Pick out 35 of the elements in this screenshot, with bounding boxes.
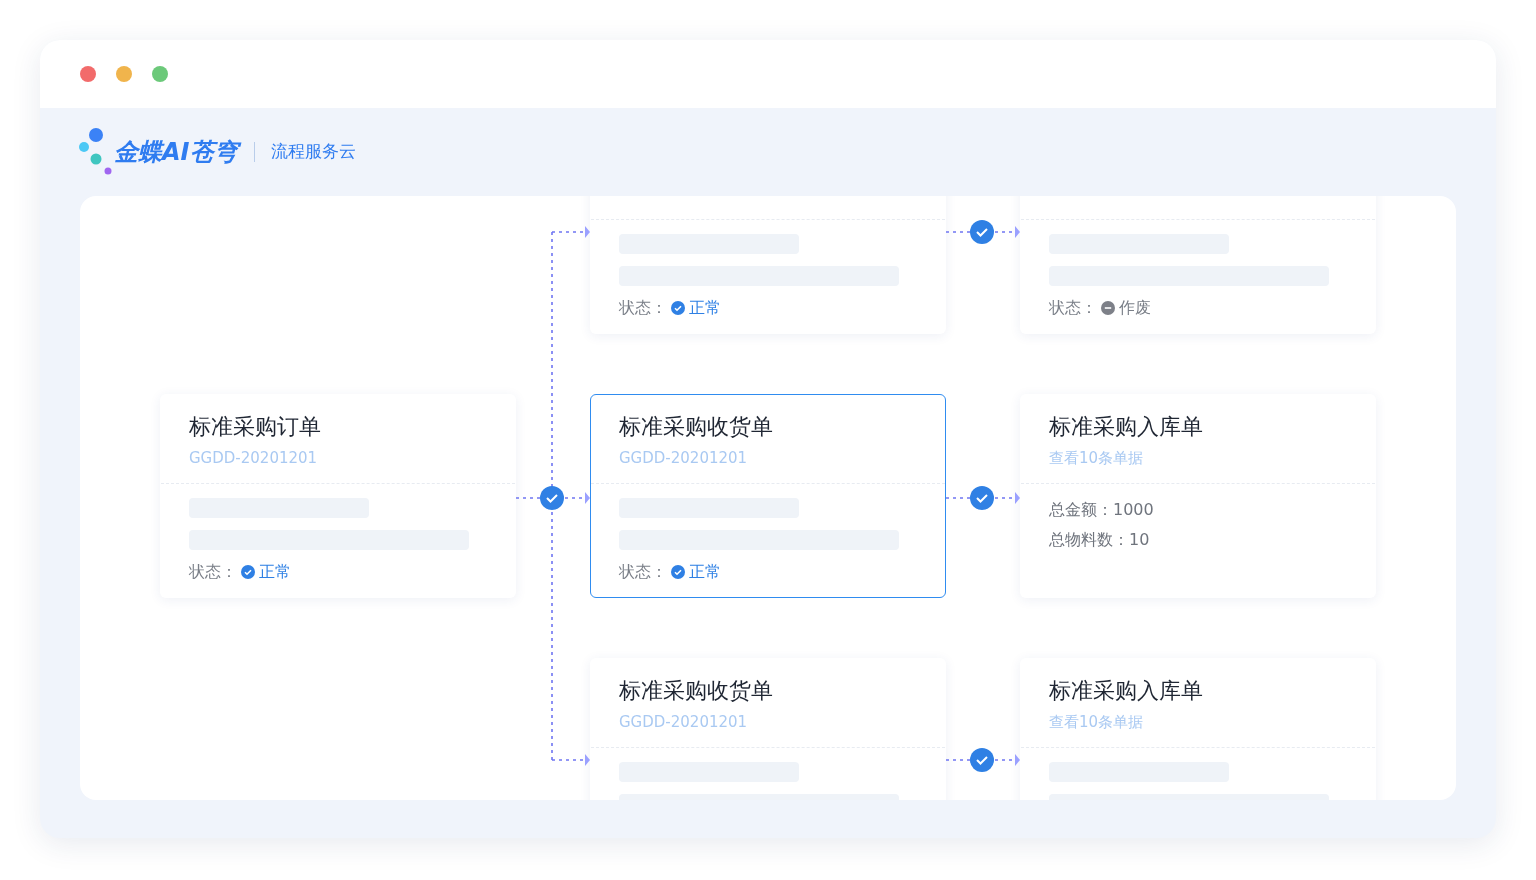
document-card[interactable]: 标准采购入库单 查看10条单据 bbox=[1020, 658, 1376, 800]
check-icon bbox=[970, 748, 994, 772]
card-subtitle: GGDD-20201201 bbox=[189, 448, 319, 469]
card-subtitle: GGDD-20201201 bbox=[619, 712, 749, 733]
product-name: 流程服务云 bbox=[270, 140, 356, 164]
connector-arrow bbox=[551, 754, 590, 766]
status-label: 状态： bbox=[189, 561, 237, 583]
document-card[interactable]: 标准采购收货单 GGDD-20201201 bbox=[590, 658, 946, 800]
document-card[interactable]: 标准采购收货单 GGDD-20201201 状态： 正常 bbox=[590, 394, 946, 598]
logo-icon bbox=[78, 127, 114, 177]
check-icon bbox=[970, 486, 994, 510]
status-value: 正常 bbox=[689, 561, 721, 583]
card-subtitle: 查看10条单据 bbox=[1049, 712, 1145, 733]
total-line: 总物料数：10 bbox=[1049, 529, 1151, 551]
status-value: 正常 bbox=[259, 561, 291, 583]
status-label: 状态： bbox=[1049, 297, 1097, 319]
card-subtitle: 查看10条单据 bbox=[1049, 448, 1145, 469]
status-value: 正常 bbox=[689, 297, 721, 319]
card-title: 标准采购入库单 bbox=[1049, 413, 1204, 441]
card-title: 标准采购订单 bbox=[189, 413, 322, 441]
card-title: 标准采购收货单 bbox=[619, 677, 774, 705]
status-label: 状态： bbox=[619, 297, 667, 319]
check-icon bbox=[540, 486, 564, 510]
document-card[interactable]: 状态： 作废 bbox=[1020, 196, 1376, 334]
connector-arrow bbox=[551, 226, 590, 238]
status-label: 状态： bbox=[619, 561, 667, 583]
card-subtitle: GGDD-20201201 bbox=[619, 448, 749, 469]
document-card[interactable]: 标准采购入库单 查看10条单据 总金额：1000 总物料数：10 bbox=[1020, 394, 1376, 598]
status-value: 作废 bbox=[1119, 297, 1151, 319]
total-line: 总金额：1000 bbox=[1049, 499, 1155, 521]
check-icon bbox=[970, 220, 994, 244]
document-card[interactable]: 状态： 正常 bbox=[590, 196, 946, 334]
document-card[interactable]: 标准采购订单 GGDD-20201201 状态： 正常 bbox=[160, 394, 516, 598]
card-title: 标准采购入库单 bbox=[1049, 677, 1204, 705]
card-title: 标准采购收货单 bbox=[619, 413, 774, 441]
